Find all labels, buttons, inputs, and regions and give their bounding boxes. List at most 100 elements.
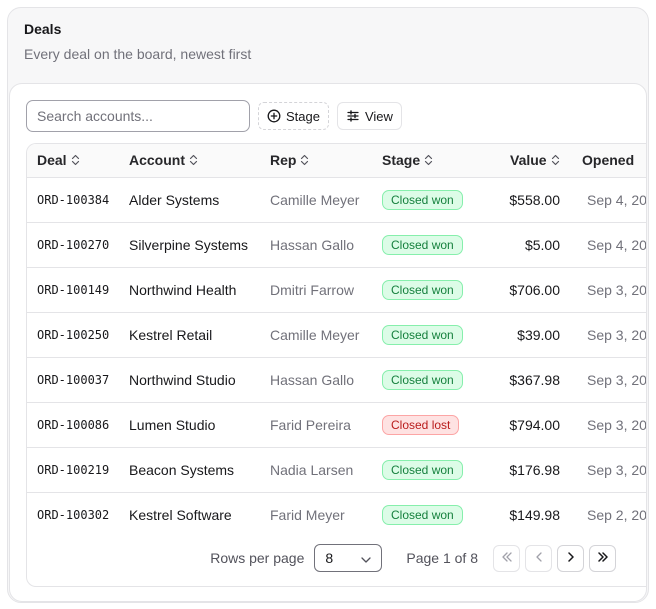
rep-name: Dmitri Farrow xyxy=(270,281,354,298)
column-header-rep[interactable]: Rep xyxy=(260,144,372,177)
rows-per-page-label: Rows per page xyxy=(210,550,305,566)
sort-icon xyxy=(71,153,80,169)
status-badge: Closed won xyxy=(382,369,463,390)
deals-card: Deals Every deal on the board, newest fi… xyxy=(7,7,649,603)
table-row[interactable]: ORD-100384 Alder Systems Camille Meyer C… xyxy=(27,177,647,222)
column-header-label: Rep xyxy=(270,151,297,168)
chevrons-right-icon xyxy=(597,549,609,567)
opened-date: Sep 3, 2025 xyxy=(587,326,647,343)
rows-per-page-value: 8 xyxy=(325,550,334,566)
deal-id: ORD-100302 xyxy=(37,507,110,522)
stage-cell: Closed won xyxy=(372,222,486,267)
account-name: Silverpine Systems xyxy=(129,236,249,253)
column-header-label: Stage xyxy=(382,151,421,168)
sort-icon xyxy=(300,153,309,169)
search-input[interactable] xyxy=(26,100,250,132)
toolbar: Stage View xyxy=(26,100,402,132)
account-name: Alder Systems xyxy=(129,191,220,208)
opened-date: Sep 4, 2025 xyxy=(587,236,647,253)
column-header-stage[interactable]: Stage xyxy=(372,144,486,177)
stage-cell: Closed won xyxy=(372,447,486,492)
column-header-account[interactable]: Account xyxy=(119,144,260,177)
page-subtitle: Every deal on the board, newest first xyxy=(24,46,252,62)
stage-filter-button[interactable]: Stage xyxy=(258,102,329,130)
column-header-label: Deal xyxy=(37,151,67,168)
status-badge: Closed won xyxy=(382,189,463,210)
status-badge: Closed won xyxy=(382,234,463,255)
chevrons-left-icon xyxy=(501,549,513,567)
deal-value: $149.98 xyxy=(509,506,560,523)
chevron-left-icon xyxy=(535,549,543,567)
sliders-icon xyxy=(346,109,360,123)
first-page-button[interactable] xyxy=(493,544,520,572)
account-name: Kestrel Retail xyxy=(129,326,213,343)
column-header-opened[interactable]: Opened xyxy=(572,144,646,177)
table-panel: Stage View Deal Account Rep xyxy=(9,83,647,602)
plus-circle-icon xyxy=(267,109,281,123)
column-header-label: Value xyxy=(510,151,547,168)
rep-name: Camille Meyer xyxy=(270,191,360,208)
previous-page-button[interactable] xyxy=(525,544,552,572)
table-row[interactable]: ORD-100250 Kestrel Retail Camille Meyer … xyxy=(27,312,647,357)
deal-id: ORD-100086 xyxy=(37,417,110,432)
stage-cell: Closed won xyxy=(372,312,486,357)
deal-value: $5.00 xyxy=(524,236,560,253)
deal-id: ORD-100037 xyxy=(37,372,110,387)
column-header-label: Opened xyxy=(582,152,635,169)
sort-icon xyxy=(551,153,560,169)
table-row[interactable]: ORD-100086 Lumen Studio Farid Pereira Cl… xyxy=(27,402,647,447)
stage-cell: Closed lost xyxy=(372,402,486,447)
rep-name: Nadia Larsen xyxy=(270,461,354,478)
rows-per-page-select[interactable]: 8 xyxy=(314,544,383,572)
table-header-row: Deal Account Rep Stage Value Opened xyxy=(27,144,646,177)
deal-value: $794.00 xyxy=(509,416,560,433)
stage-filter-label: Stage xyxy=(286,108,320,124)
page-info: Page 1 of 8 xyxy=(406,550,478,566)
page-title: Deals xyxy=(24,21,62,37)
deal-id: ORD-100149 xyxy=(37,282,110,297)
deal-value: $39.00 xyxy=(517,326,560,343)
table-row[interactable]: ORD-100037 Northwind Studio Hassan Gallo… xyxy=(27,357,647,402)
deal-value: $367.98 xyxy=(509,371,560,388)
opened-date: Sep 2, 2025 xyxy=(587,506,647,523)
sort-icon xyxy=(424,153,433,169)
status-badge: Closed won xyxy=(382,459,463,480)
last-page-button[interactable] xyxy=(589,544,616,572)
view-options-button[interactable]: View xyxy=(336,102,402,130)
opened-date: Sep 3, 2025 xyxy=(587,461,647,478)
deals-table: Deal Account Rep Stage Value Opened ORD-… xyxy=(27,144,647,537)
rep-name: Farid Meyer xyxy=(270,506,345,523)
column-header-deal[interactable]: Deal xyxy=(27,144,119,177)
next-page-button[interactable] xyxy=(557,544,584,572)
deal-id: ORD-100250 xyxy=(37,327,110,342)
deal-id: ORD-100384 xyxy=(37,192,110,207)
stage-cell: Closed won xyxy=(372,267,486,312)
account-name: Northwind Health xyxy=(129,281,237,298)
rep-name: Camille Meyer xyxy=(270,326,360,343)
table-row[interactable]: ORD-100270 Silverpine Systems Hassan Gal… xyxy=(27,222,647,267)
rep-name: Hassan Gallo xyxy=(270,371,355,388)
opened-date: Sep 3, 2025 xyxy=(587,371,647,388)
stage-cell: Closed won xyxy=(372,357,486,402)
rep-name: Hassan Gallo xyxy=(270,236,355,253)
column-header-value[interactable]: Value xyxy=(486,144,572,177)
chevron-right-icon xyxy=(567,549,575,567)
status-badge: Closed lost xyxy=(382,414,460,435)
card-header: Deals Every deal on the board, newest fi… xyxy=(24,21,251,62)
account-name: Kestrel Software xyxy=(129,506,232,523)
table-row[interactable]: ORD-100149 Northwind Health Dmitri Farro… xyxy=(27,267,646,312)
deal-value: $176.98 xyxy=(509,461,560,478)
opened-date: Sep 3, 2025 xyxy=(587,416,647,433)
stage-cell: Closed won xyxy=(372,492,486,537)
account-name: Northwind Studio xyxy=(129,371,236,388)
deals-table-container: Deal Account Rep Stage Value Opened ORD-… xyxy=(26,143,647,587)
opened-date: Sep 4, 2025 xyxy=(587,191,647,208)
table-row[interactable]: ORD-100219 Beacon Systems Nadia Larsen C… xyxy=(27,447,647,492)
stage-cell: Closed won xyxy=(372,177,486,222)
table-row[interactable]: ORD-100302 Kestrel Software Farid Meyer … xyxy=(27,492,647,537)
deal-value: $706.00 xyxy=(509,281,560,298)
status-badge: Closed won xyxy=(382,504,463,525)
account-name: Lumen Studio xyxy=(129,416,216,433)
deal-value: $558.00 xyxy=(509,191,560,208)
chevron-down-icon xyxy=(361,550,372,566)
